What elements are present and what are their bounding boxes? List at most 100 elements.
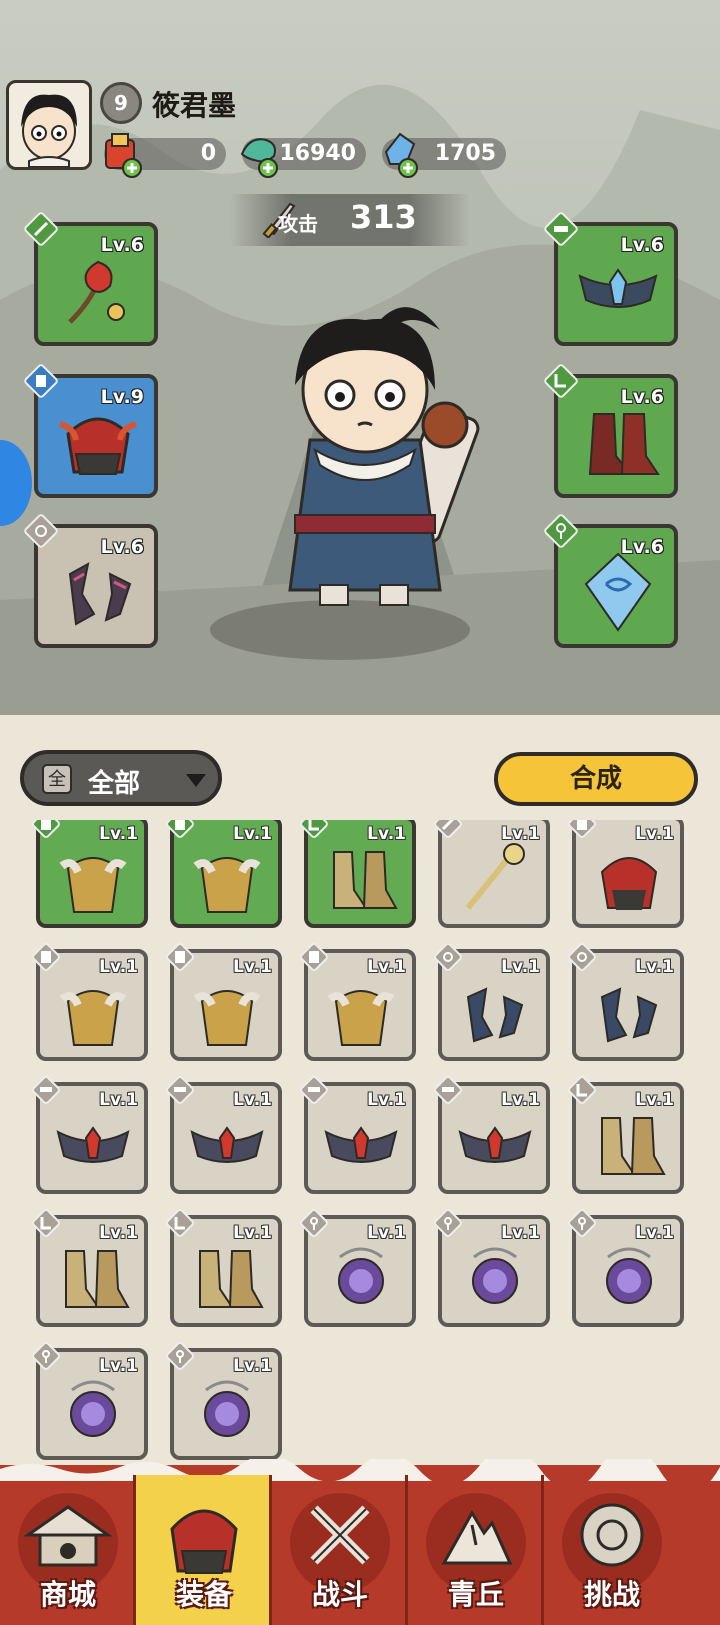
armor-slot-icon xyxy=(166,820,194,838)
amulet-item-icon xyxy=(70,1380,116,1437)
armor-slot-icon xyxy=(166,943,194,971)
gloves-item-icon xyxy=(600,987,658,1043)
boots-slot-icon xyxy=(544,364,578,398)
boots-slot-icon xyxy=(32,1209,60,1237)
currency-gift[interactable]: 0 xyxy=(104,133,226,178)
inventory-item-boots[interactable]: Lv.1 xyxy=(32,1209,148,1327)
armor-item-icon xyxy=(327,990,395,1046)
attack-label: 攻击 xyxy=(278,212,318,236)
filter-label: 全部 xyxy=(88,769,141,799)
belt-item-icon xyxy=(56,1126,130,1163)
player-level-badge: 9 xyxy=(100,82,142,124)
inventory-item-armor[interactable]: Lv.1 xyxy=(166,820,282,928)
tab-equipment[interactable]: 装备 xyxy=(136,1475,272,1625)
player-name: 筱君墨 xyxy=(152,89,237,122)
blue-jade-amulet-icon xyxy=(584,552,652,632)
helmet-icon xyxy=(170,1509,238,1574)
inventory-item-amulet[interactable]: Lv.1 xyxy=(300,1209,416,1327)
currency-jade-value: 16940 xyxy=(279,141,356,166)
currency-jade[interactable]: 16940 xyxy=(240,138,366,178)
hero-character xyxy=(288,307,480,606)
tab-battle[interactable]: 战斗 xyxy=(272,1475,408,1625)
weapon-slot-icon xyxy=(24,212,58,246)
belt-item-icon xyxy=(458,1126,532,1163)
inventory-item-weapon[interactable]: Lv.1 xyxy=(434,820,550,928)
weapon-item-icon xyxy=(465,843,525,910)
challenge-orb-icon xyxy=(580,1503,644,1567)
boots-item-icon xyxy=(601,1117,666,1175)
inventory-item-boots[interactable]: Lv.1 xyxy=(568,1076,684,1194)
inventory-item-armor[interactable]: Lv.1 xyxy=(300,943,416,1061)
category-filter-dropdown[interactable]: 全 全部 xyxy=(20,750,222,806)
red-boots-icon xyxy=(588,413,660,475)
inventory-item-boots[interactable]: Lv.1 xyxy=(300,820,416,928)
equip-slot-amulet[interactable]: Lv.6 xyxy=(544,514,678,648)
belt-slot-icon xyxy=(544,212,578,246)
equip-slot-weapon[interactable]: Lv.6 xyxy=(24,212,158,346)
inventory-item-amulet[interactable]: Lv.1 xyxy=(32,1342,148,1460)
inventory-item-armor[interactable]: Lv.1 xyxy=(32,943,148,1061)
boots-slot-icon xyxy=(568,1076,596,1104)
inventory-item-belt[interactable]: Lv.1 xyxy=(434,1076,550,1194)
weapon-slot-icon xyxy=(434,820,462,838)
tab-shop-label: 商城 xyxy=(39,1578,96,1611)
tab-equipment-label: 装备 xyxy=(175,1578,232,1611)
amulet-slot-icon xyxy=(544,514,578,548)
belt-item-icon xyxy=(190,1126,264,1163)
belt-slot-icon xyxy=(32,1076,60,1104)
armor-item-icon xyxy=(193,990,261,1046)
inventory-item-boots[interactable]: Lv.1 xyxy=(166,1209,282,1327)
armor-item-icon xyxy=(59,857,127,913)
filter-badge: 全 xyxy=(42,764,72,794)
dark-gloves-icon xyxy=(68,562,132,626)
inventory-item-amulet[interactable]: Lv.1 xyxy=(434,1209,550,1327)
inventory-item-helmet[interactable]: Lv.1 xyxy=(568,820,684,928)
gloves-slot-icon xyxy=(24,514,58,548)
inventory-item-armor[interactable]: Lv.1 xyxy=(166,943,282,1061)
tab-battle-label: 战斗 xyxy=(311,1578,368,1611)
tab-qingqiu[interactable]: 青丘 xyxy=(408,1475,544,1625)
armor-slot-icon xyxy=(32,820,60,838)
inventory-item-amulet[interactable]: Lv.1 xyxy=(166,1342,282,1460)
amulet-slot-icon xyxy=(568,1209,596,1237)
merge-button[interactable]: 合成 xyxy=(494,752,698,806)
inventory-item-belt[interactable]: Lv.1 xyxy=(300,1076,416,1194)
crossed-swords-icon xyxy=(310,1505,370,1565)
inventory-item-belt[interactable]: Lv.1 xyxy=(32,1076,148,1194)
blue-belt-icon xyxy=(578,268,658,308)
flower-weapon-icon xyxy=(68,260,125,324)
inventory-item-gloves[interactable]: Lv.1 xyxy=(434,943,550,1061)
armor-item-icon xyxy=(193,857,261,913)
gift-bag-icon xyxy=(105,133,142,178)
inventory-item-armor[interactable]: Lv.1 xyxy=(32,820,148,928)
tab-challenge-label: 挑战 xyxy=(583,1578,640,1611)
gloves-slot-icon xyxy=(434,943,462,971)
helmet-slot-icon xyxy=(24,364,58,398)
inventory-item-belt[interactable]: Lv.1 xyxy=(166,1076,282,1194)
equip-slot-gloves[interactable]: Lv.6 xyxy=(24,514,158,648)
currency-crystal-value: 1705 xyxy=(434,141,496,166)
attack-value: 313 xyxy=(350,198,417,236)
equip-slot-boots[interactable]: Lv.6 xyxy=(544,364,678,498)
amulet-slot-icon xyxy=(434,1209,462,1237)
inventory-item-gloves[interactable]: Lv.1 xyxy=(568,943,684,1061)
currency-crystal[interactable]: 1705 xyxy=(382,132,506,178)
inventory-grid: Lv.1 Lv.1 Lv.1 Lv.1 Lv.1 Lv.1 Lv.1 Lv.1 Lv.1 Lv.1… xyxy=(0,820,720,1460)
shop-pavilion-icon xyxy=(23,1505,113,1567)
inventory-item-amulet[interactable]: Lv.1 xyxy=(568,1209,684,1327)
gloves-slot-icon xyxy=(568,943,596,971)
armor-item-icon xyxy=(59,990,127,1046)
tab-challenge[interactable]: 挑战 xyxy=(544,1475,720,1625)
amulet-slot-icon xyxy=(32,1342,60,1370)
player-avatar[interactable] xyxy=(6,80,92,170)
mountain-icon xyxy=(441,1510,513,1565)
boots-item-icon xyxy=(65,1250,130,1308)
tab-qingqiu-label: 青丘 xyxy=(447,1578,504,1611)
blue-crystal-icon xyxy=(384,132,418,178)
jade-dragon-icon xyxy=(240,138,278,178)
boots-slot-icon xyxy=(300,820,328,838)
boots-item-icon xyxy=(333,851,398,909)
equip-slot-helmet[interactable]: Lv.9 xyxy=(24,364,158,498)
tab-shop[interactable]: 商城 xyxy=(0,1475,136,1625)
equip-slot-belt[interactable]: Lv.6 xyxy=(544,212,678,346)
